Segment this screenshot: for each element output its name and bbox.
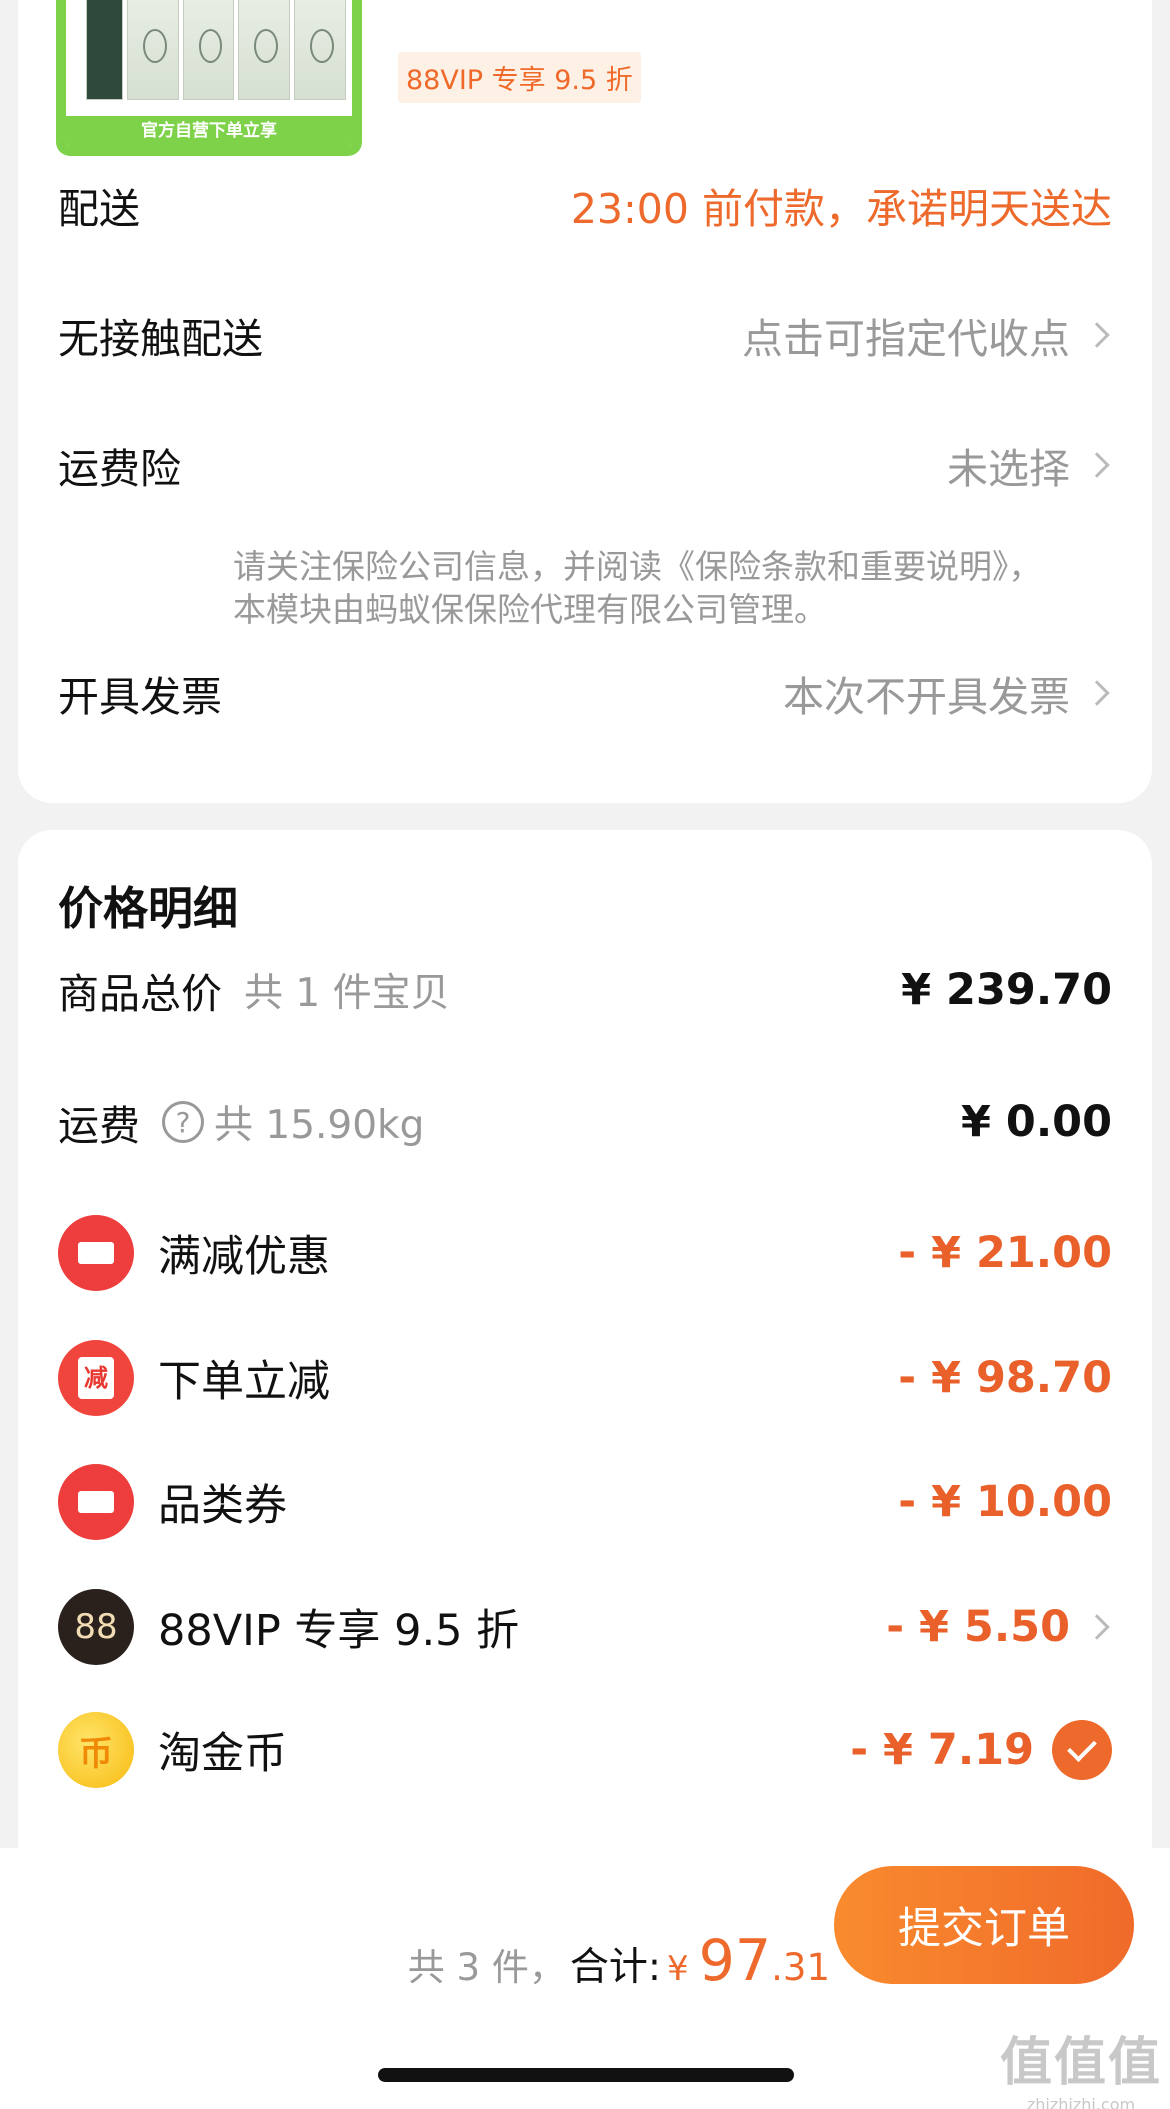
goods-count: 共 1 件宝贝 [244, 971, 450, 1016]
shipping-label: 运费 [58, 1102, 140, 1150]
discount-row-category-coupon: 品类券 - ¥ 10.00 [58, 1464, 1112, 1540]
contactless-label: 无接触配送 [58, 315, 263, 363]
delivery-value: 23:00 前付款，承诺明天送达 [570, 185, 1112, 233]
contactless-value: 点击可指定代收点 [742, 315, 1070, 363]
order-total: 共 3 件， 合计: ¥ 97 .31 [408, 1928, 830, 1994]
chevron-right-icon [1084, 452, 1110, 478]
vip-discount-tag: 88VIP 专享 9.5 折 [398, 52, 641, 103]
order-options-card: 官方自营下单立享 88VIP 专享 9.5 折 配送 23:00 前付款，承诺明… [18, 0, 1152, 803]
checkmark-icon[interactable] [1052, 1720, 1112, 1780]
shipping-weight: 共 15.90kg [214, 1103, 425, 1148]
discount-label: 下单立减 [158, 1357, 330, 1407]
freight-insurance-row[interactable]: 运费险 未选择 [58, 435, 1112, 495]
submit-order-button[interactable]: 提交订单 [834, 1866, 1134, 1984]
invoice-value-wrap[interactable]: 本次不开具发票 [783, 663, 1112, 723]
watermark-logo: 值值值 [999, 2033, 1162, 2093]
product-thumbnail[interactable]: 官方自营下单立享 [56, 0, 362, 156]
watermark-url: zhizhizhi.com [1026, 2095, 1136, 2109]
discount-row-full-reduction: 满减优惠 - ¥ 21.00 [58, 1215, 1112, 1291]
goods-total-amount: ¥ 239.70 [901, 965, 1112, 1015]
discount-row-instant: 减 下单立减 - ¥ 98.70 [58, 1340, 1112, 1416]
discount-label: 淘金币 [158, 1729, 287, 1779]
discount-row-taojinbi[interactable]: 币 淘金币 - ¥ 7.19 [58, 1712, 1112, 1788]
site-watermark: 值值值 zhizhizhi.com [1000, 2020, 1162, 2109]
price-detail-card: 价格明细 商品总价 共 1 件宝贝 ¥ 239.70 运费 ? 共 15.90k… [18, 830, 1152, 1890]
invoice-label: 开具发票 [58, 673, 222, 721]
item-count: 共 3 件， [407, 1946, 566, 1989]
discount-label: 88VIP 专享 9.5 折 [158, 1606, 520, 1656]
discount-amount: - ¥ 98.70 [898, 1353, 1112, 1403]
vip88-icon: 88 [58, 1589, 134, 1665]
delivery-label: 配送 [58, 185, 140, 233]
discount-amount: - ¥ 10.00 [898, 1477, 1112, 1527]
contactless-row[interactable]: 无接触配送 点击可指定代收点 [58, 305, 1112, 365]
goods-total-label: 商品总价 [58, 970, 222, 1018]
invoice-row[interactable]: 开具发票 本次不开具发票 [58, 663, 1112, 723]
help-icon[interactable]: ? [162, 1101, 204, 1143]
discount-amount: - ¥ 5.50 [886, 1602, 1070, 1652]
discount-label: 品类券 [158, 1481, 287, 1531]
total-integer: 97 [698, 1928, 772, 1994]
chevron-right-icon [1084, 1614, 1110, 1640]
currency-symbol: ¥ [666, 1949, 689, 1989]
discount-amount: - ¥ 21.00 [898, 1228, 1112, 1278]
discount-amount: - ¥ 7.19 [850, 1725, 1034, 1775]
freight-insurance-label: 运费险 [58, 445, 181, 493]
discount-label: 满减优惠 [158, 1232, 330, 1282]
jian-icon: 减 [58, 1340, 134, 1416]
checkout-page: 官方自营下单立享 88VIP 专享 9.5 折 配送 23:00 前付款，承诺明… [0, 0, 1170, 2109]
chevron-right-icon [1084, 322, 1110, 348]
total-label: 合计: [569, 1945, 661, 1990]
goods-total-row: 商品总价 共 1 件宝贝 ¥ 239.70 [58, 960, 1112, 1020]
freight-insurance-value-wrap[interactable]: 未选择 [947, 435, 1112, 495]
insurance-note: 请关注保险公司信息，并阅读《保险条款和重要说明》，本模块由蚂蚁保保险代理有限公司… [233, 547, 1042, 629]
freight-insurance-value: 未选择 [947, 445, 1070, 493]
coupon-icon [58, 1215, 134, 1291]
chevron-right-icon [1084, 680, 1110, 706]
contactless-value-wrap[interactable]: 点击可指定代收点 [742, 305, 1112, 365]
discount-row-88vip[interactable]: 88 88VIP 专享 9.5 折 - ¥ 5.50 [58, 1589, 1112, 1665]
shipping-row: 运费 ? 共 15.90kg ¥ 0.00 [58, 1092, 1112, 1152]
coupon-icon [58, 1464, 134, 1540]
invoice-value: 本次不开具发票 [783, 673, 1070, 721]
total-decimal: .31 [771, 1946, 830, 1989]
product-thumb-banner: 官方自营下单立享 [66, 116, 352, 146]
home-indicator[interactable] [378, 2068, 794, 2082]
price-detail-title: 价格明细 [58, 882, 239, 935]
shipping-amount: ¥ 0.00 [961, 1097, 1112, 1147]
coin-icon: 币 [58, 1712, 134, 1788]
delivery-row: 配送 23:00 前付款，承诺明天送达 [58, 175, 1112, 235]
